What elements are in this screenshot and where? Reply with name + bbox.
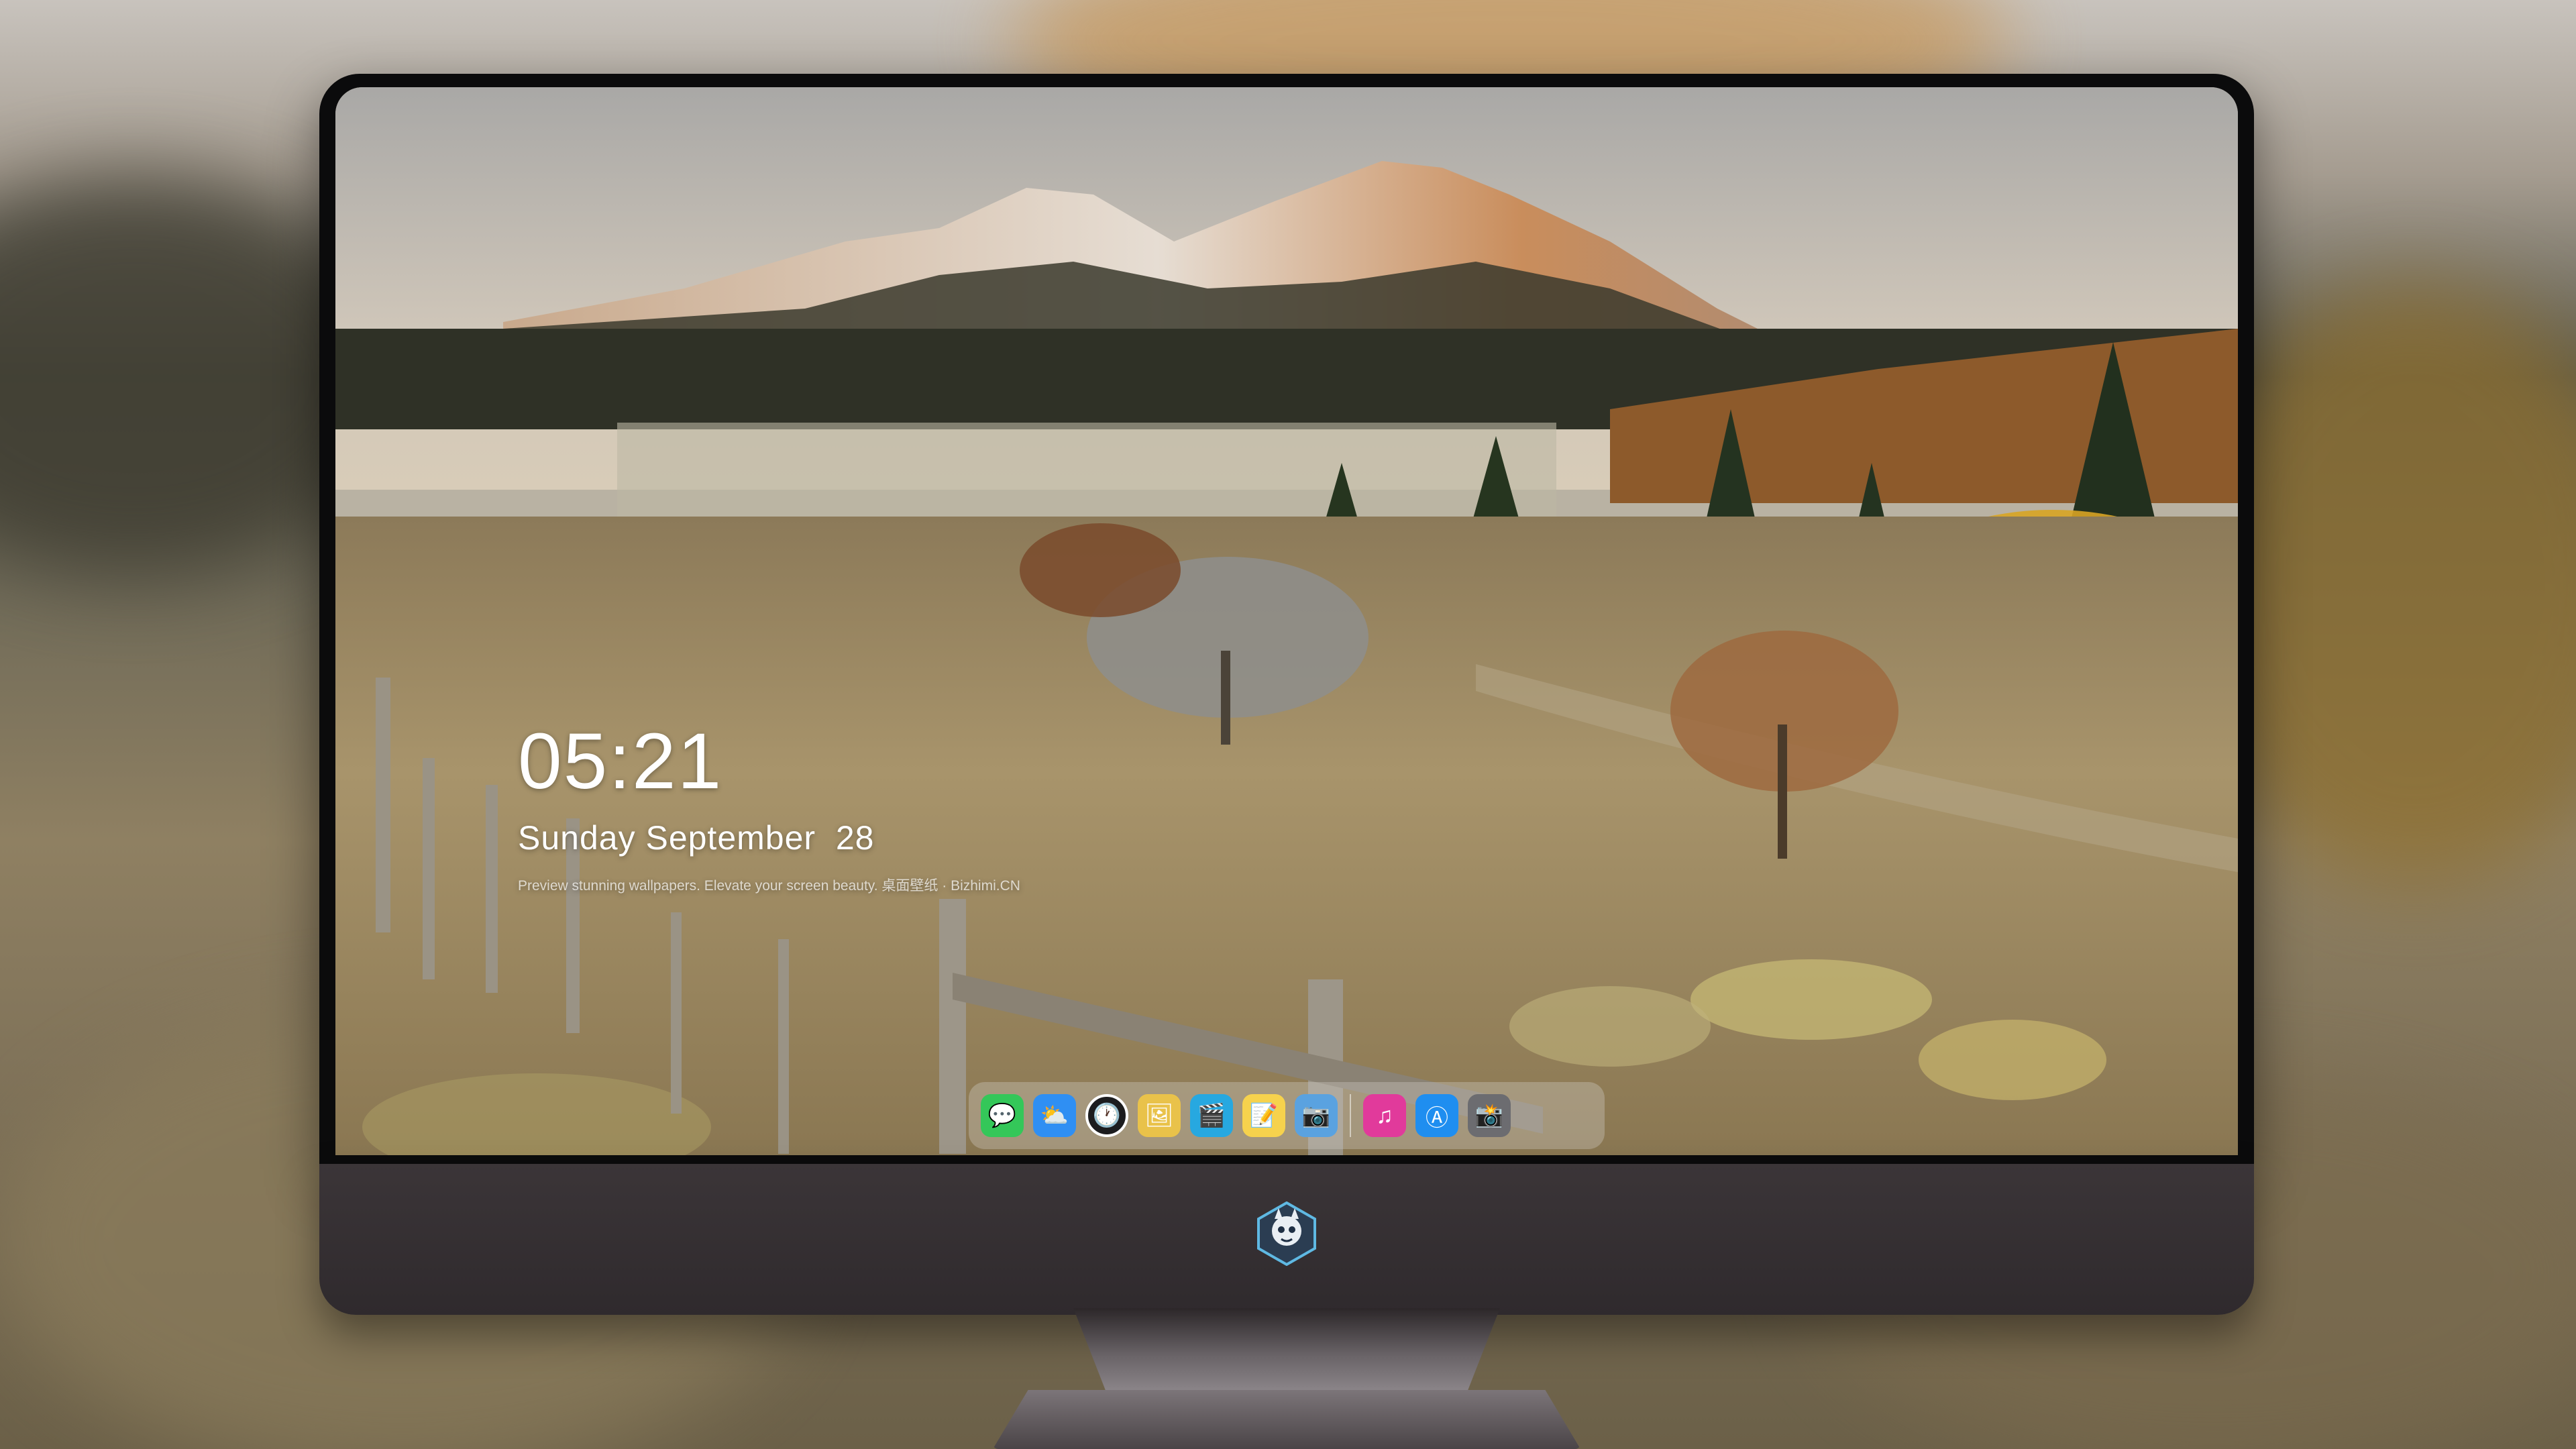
mascot-logo-icon bbox=[1257, 1201, 1316, 1266]
imac-monitor: 05:21 Sunday September 28 Preview stunni… bbox=[319, 74, 2254, 1449]
clock-time: 05:21 bbox=[518, 717, 723, 806]
monitor-stand-base bbox=[993, 1390, 1580, 1449]
photo-booth-icon[interactable]: 📷 bbox=[1295, 1094, 1338, 1137]
clock-date: Sunday September 28 bbox=[518, 819, 875, 857]
camera-icon[interactable]: 📸 bbox=[1468, 1094, 1511, 1137]
app-store-icon[interactable]: Ⓐ bbox=[1415, 1094, 1458, 1137]
music-icon[interactable]: ♫ bbox=[1363, 1094, 1406, 1137]
messages-icon[interactable]: 💬 bbox=[981, 1094, 1024, 1137]
lock-screen-clock: 05:21 Sunday September 28 Preview stunni… bbox=[518, 722, 1020, 895]
clips-icon[interactable]: 🎬 bbox=[1190, 1094, 1233, 1137]
preview-icon[interactable]: 🖼 bbox=[1138, 1094, 1181, 1137]
lock-screen[interactable]: 05:21 Sunday September 28 Preview stunni… bbox=[335, 87, 2238, 1155]
monitor-stand-neck bbox=[1073, 1308, 1500, 1395]
clock-icon[interactable]: 🕐 bbox=[1085, 1094, 1128, 1137]
monitor-bezel: 05:21 Sunday September 28 Preview stunni… bbox=[319, 74, 2254, 1167]
wallpaper-landscape bbox=[335, 87, 2238, 1155]
dock-separator bbox=[1350, 1094, 1351, 1137]
weather-icon[interactable]: ⛅ bbox=[1033, 1094, 1076, 1137]
notes-icon[interactable]: 📝 bbox=[1242, 1094, 1285, 1137]
wallpaper-tagline: Preview stunning wallpapers. Elevate you… bbox=[518, 878, 1020, 894]
dock: 💬 ⛅ 🕐 🖼 🎬 📝 📷 ♫ Ⓐ 📸 bbox=[969, 1082, 1605, 1149]
